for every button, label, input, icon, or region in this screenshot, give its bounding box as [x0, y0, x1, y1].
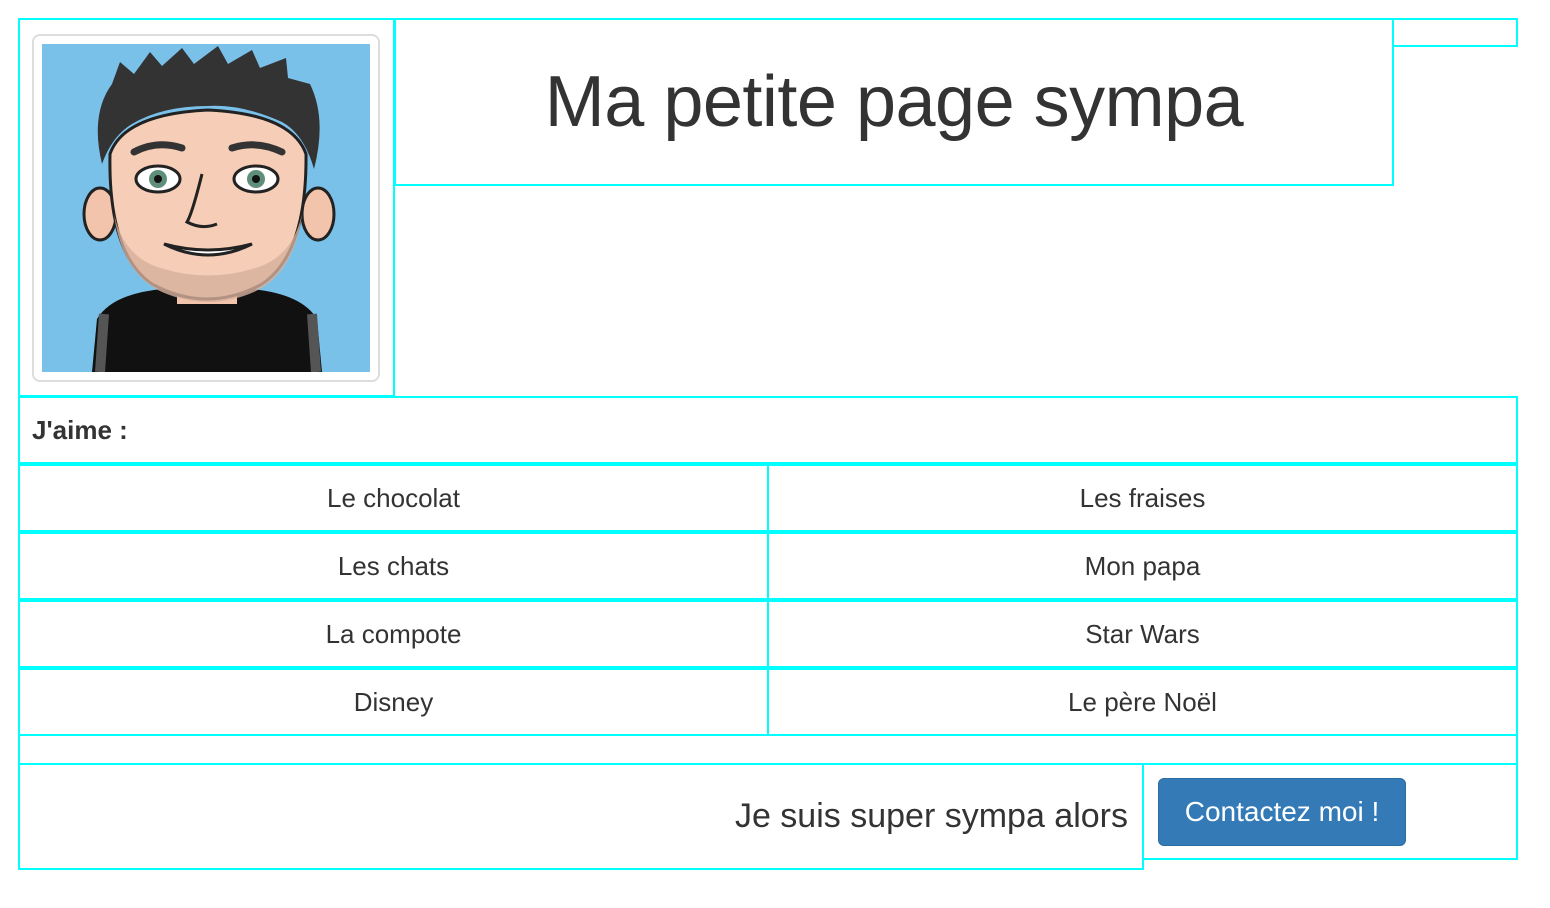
like-item-label: La compote [325, 618, 462, 649]
footer-text: Je suis super sympa alors [734, 797, 1128, 835]
like-item: Le chocolat [18, 464, 769, 532]
page-title-text: Ma petite page sympa [544, 62, 1244, 142]
avatar-image [42, 44, 370, 372]
avatar [32, 34, 380, 382]
like-item-label: Le père Noël [1068, 686, 1217, 717]
like-item-label: Disney [353, 686, 434, 717]
page-title: Ma petite page sympa [394, 18, 1394, 186]
like-item-label: Les fraises [1079, 482, 1206, 513]
like-item-label: Le chocolat [327, 482, 460, 513]
footer-text-box: Je suis super sympa alors [18, 763, 1144, 870]
likes-heading: J'aime : [18, 396, 1518, 464]
like-item-label: Mon papa [1084, 550, 1201, 581]
like-item: Le père Noël [767, 668, 1518, 736]
like-item: Les fraises [767, 464, 1518, 532]
like-item-label: Star Wars [1085, 618, 1200, 649]
header-right-box [1392, 18, 1518, 47]
like-item: Mon papa [767, 532, 1518, 600]
likes-heading-text: J'aime : [32, 414, 128, 445]
like-item-label: Les chats [337, 550, 450, 581]
like-item: Disney [18, 668, 769, 736]
spacer-row [18, 734, 1518, 765]
like-item: La compote [18, 600, 769, 668]
like-item: Les chats [18, 532, 769, 600]
contact-button[interactable]: Contactez moi ! [1158, 778, 1406, 846]
like-item: Star Wars [767, 600, 1518, 668]
